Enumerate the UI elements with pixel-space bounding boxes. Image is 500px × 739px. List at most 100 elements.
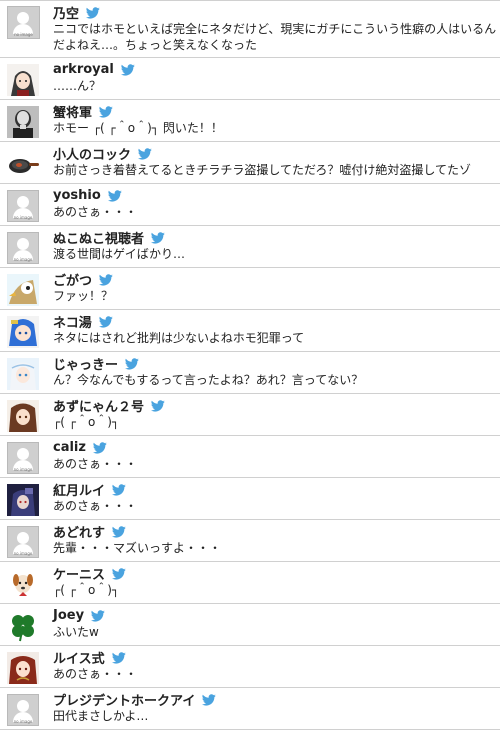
user-name[interactable]: 乃空: [53, 3, 79, 22]
twitter-bird-icon[interactable]: [98, 315, 113, 328]
user-name[interactable]: あずにゃん２号: [53, 396, 144, 415]
user-avatar-placeholder[interactable]: no image: [7, 190, 39, 222]
tweet-text: ネタにはされど批判は少ないよねホモ犯罪って: [53, 331, 305, 345]
user-avatar[interactable]: [7, 358, 39, 390]
tweet-content: Joey ふいたw: [53, 607, 498, 640]
user-avatar[interactable]: [7, 400, 39, 432]
user-avatar-placeholder[interactable]: no image: [7, 6, 40, 39]
tweet-header: ルイス式: [53, 648, 498, 667]
user-name[interactable]: 紅月ルイ: [53, 480, 105, 499]
tweet-item: no image あどれす 先輩・・・マズいっすよ・・・: [0, 520, 500, 562]
tweet-text: あのさぁ・・・: [53, 667, 138, 681]
user-avatar[interactable]: [7, 316, 39, 348]
user-avatar-placeholder[interactable]: no image: [7, 694, 39, 726]
user-name[interactable]: arkroyal: [53, 62, 114, 77]
tweet-content: ネコ湯 ネタにはされど批判は少ないよねホモ犯罪って: [53, 313, 498, 346]
tweet-content: 乃空 ニコではホモといえば完全にネタだけど、現実にガチにこういう性癖の人はいるんだ…: [53, 4, 498, 53]
tweet-header: 乃空: [53, 3, 498, 22]
user-avatar[interactable]: [7, 274, 39, 306]
avatar-silhouette-head: [17, 12, 29, 24]
tweet-item: no image caliz あのさぁ・・・: [0, 436, 500, 478]
tweet-item: arkroyal ……ん？: [0, 58, 500, 100]
tweet-item: no image ぬこぬこ視聴者 渡る世間はゲイばかり…: [0, 226, 500, 268]
user-name[interactable]: ケーニス: [53, 564, 105, 583]
avatar-silhouette-head: [17, 700, 29, 712]
tweet-text: ……ん？: [53, 79, 102, 93]
twitter-bird-icon[interactable]: [99, 105, 113, 118]
tweet-header: caliz: [53, 439, 498, 456]
tweet-header: ケーニス: [53, 564, 498, 583]
tweet-text: あのさぁ・・・: [53, 205, 138, 219]
twitter-bird-icon[interactable]: [107, 189, 122, 202]
tweet-header: ネコ湯: [53, 312, 498, 331]
tweet-item: no image yoshio あのさぁ・・・: [0, 184, 500, 226]
tweet-item: no image 乃空 ニコではホモといえば完全にネタだけど、現実にガチにこういう性…: [0, 0, 500, 58]
tweet-header: yoshio: [53, 187, 498, 204]
user-avatar[interactable]: [7, 652, 39, 684]
twitter-bird-icon[interactable]: [112, 483, 126, 496]
tweet-content: ごがつ ファッ！？: [53, 271, 498, 304]
twitter-bird-icon[interactable]: [99, 273, 113, 286]
twitter-bird-icon[interactable]: [86, 6, 100, 19]
tweet-content: yoshio あのさぁ・・・: [53, 187, 498, 220]
user-avatar[interactable]: [7, 64, 39, 96]
user-avatar-placeholder[interactable]: no image: [7, 526, 39, 558]
twitter-bird-icon[interactable]: [125, 357, 139, 370]
user-name[interactable]: ネコ湯: [53, 312, 92, 331]
avatar-silhouette-head: [17, 238, 29, 250]
user-avatar[interactable]: [7, 568, 39, 600]
tweet-text: 田代まさしかよ…: [53, 709, 149, 723]
twitter-bird-icon[interactable]: [138, 147, 152, 160]
tweet-header: Joey: [53, 607, 498, 624]
tweet-header: arkroyal: [53, 61, 498, 78]
user-name[interactable]: ごがつ: [53, 270, 92, 289]
twitter-bird-icon[interactable]: [91, 609, 105, 622]
user-avatar[interactable]: [7, 148, 39, 180]
user-avatar[interactable]: [7, 106, 39, 138]
avatar-silhouette-head: [17, 448, 29, 460]
tweet-item: 蟹将軍 ホモー ┌( ┌＾o＾)┐ 閃いた！！: [0, 100, 500, 142]
tweet-text: ┌( ┌＾o＾)┐: [53, 415, 120, 429]
user-name[interactable]: あどれす: [53, 522, 105, 541]
user-avatar[interactable]: [7, 610, 39, 642]
twitter-bird-icon[interactable]: [151, 399, 165, 412]
user-name[interactable]: プレジデントホークアイ: [53, 690, 195, 709]
user-name[interactable]: ぬこぬこ視聴者: [53, 228, 144, 247]
user-name[interactable]: Joey: [53, 608, 84, 623]
twitter-bird-icon[interactable]: [120, 63, 135, 76]
tweet-content: あずにゃん２号 ┌( ┌＾o＾)┐: [53, 397, 498, 430]
user-avatar-placeholder[interactable]: no image: [7, 232, 39, 264]
user-name[interactable]: 蟹将軍: [53, 102, 92, 121]
tweet-text: あのさぁ・・・: [53, 499, 138, 513]
twitter-bird-icon[interactable]: [112, 567, 126, 580]
user-avatar[interactable]: [7, 484, 39, 516]
tweet-content: プレジデントホークアイ 田代まさしかよ…: [53, 691, 498, 724]
tweet-content: じゃっきー ん？今なんでもするって言ったよね？あれ？言ってない？: [53, 355, 498, 388]
tweet-text: ホモー ┌( ┌＾o＾)┐ 閃いた！！: [53, 121, 223, 135]
tweet-header: 紅月ルイ: [53, 480, 498, 499]
user-name[interactable]: じゃっきー: [53, 354, 118, 373]
twitter-bird-icon[interactable]: [202, 693, 217, 706]
tweet-item: no image プレジデントホークアイ 田代まさしかよ…: [0, 688, 500, 730]
tweet-text: お前さっき着替えてるときチラチラ盗撮してただろ？嘘付け絶対盗撮してたゾ: [53, 163, 471, 177]
tweet-header: ごがつ: [53, 270, 498, 289]
twitter-bird-icon[interactable]: [111, 651, 126, 664]
no-image-caption: no image: [14, 32, 33, 37]
user-avatar-placeholder[interactable]: no image: [7, 442, 39, 474]
tweet-text: ん？今なんでもするって言ったよね？あれ？言ってない？: [53, 373, 364, 387]
tweet-item: Joey ふいたw: [0, 604, 500, 646]
tweet-feed: no image 乃空 ニコではホモといえば完全にネタだけど、現実にガチにこういう性…: [0, 0, 500, 730]
user-name[interactable]: yoshio: [53, 188, 101, 203]
user-name[interactable]: ルイス式: [53, 648, 105, 667]
tweet-item: ごがつ ファッ！？: [0, 268, 500, 310]
user-name[interactable]: 小人のコック: [53, 144, 131, 163]
twitter-bird-icon[interactable]: [112, 525, 126, 538]
tweet-header: 小人のコック: [53, 144, 498, 163]
user-name[interactable]: caliz: [53, 440, 86, 455]
tweet-content: 紅月ルイ あのさぁ・・・: [53, 481, 498, 514]
twitter-bird-icon[interactable]: [92, 441, 107, 454]
avatar-silhouette-head: [17, 196, 29, 208]
twitter-bird-icon[interactable]: [151, 231, 165, 244]
no-image-caption: no image: [13, 257, 33, 262]
tweet-content: ぬこぬこ視聴者 渡る世間はゲイばかり…: [53, 229, 498, 262]
